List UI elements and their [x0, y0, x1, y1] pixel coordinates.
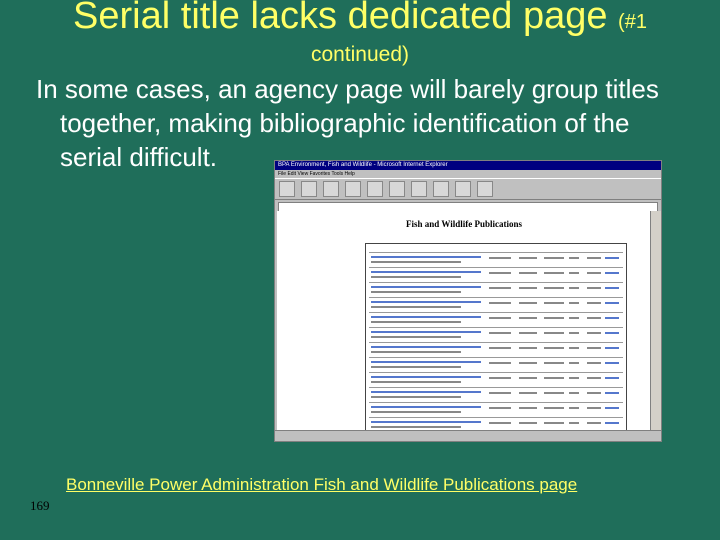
bpa-publications-link[interactable]: Bonneville Power Administration Fish and… — [66, 475, 577, 495]
home-icon — [367, 181, 383, 197]
browser-toolbar — [275, 178, 661, 200]
search-icon — [389, 181, 405, 197]
table-row — [369, 312, 623, 327]
table-row — [369, 417, 623, 431]
forward-icon — [301, 181, 317, 197]
back-icon — [279, 181, 295, 197]
table-row — [369, 387, 623, 402]
body-text: In some cases, an agency page will barel… — [36, 72, 716, 174]
slide-title: Serial title lacks dedicated page (#1 co… — [0, 0, 720, 68]
table-row — [369, 267, 623, 282]
table-row — [369, 252, 623, 267]
table-row — [369, 357, 623, 372]
table-row — [369, 282, 623, 297]
table-row — [369, 402, 623, 417]
browser-titlebar: BPA Environment, Fish and Wildlife - Mic… — [275, 161, 661, 170]
title-main-text: Serial title lacks dedicated page — [73, 0, 608, 37]
history-icon — [433, 181, 449, 197]
browser-menubar: File Edit View Favorites Tools Help — [278, 171, 355, 177]
stop-icon — [323, 181, 339, 197]
refresh-icon — [345, 181, 361, 197]
table-row — [369, 372, 623, 387]
slide-number: 169 — [30, 498, 50, 513]
mail-icon — [455, 181, 471, 197]
title-continued: continued) — [310, 43, 410, 66]
browser-page-heading: Fish and Wildlife Publications — [406, 219, 522, 229]
table-row — [369, 327, 623, 342]
browser-scrollbar[interactable] — [650, 211, 661, 431]
favorites-icon — [411, 181, 427, 197]
browser-statusbar — [275, 430, 661, 441]
body-line-2: together, making bibliographic identific… — [60, 108, 630, 138]
table-row — [369, 297, 623, 312]
publications-table — [365, 243, 627, 431]
title-number: (#1 — [618, 11, 647, 33]
print-icon — [477, 181, 493, 197]
body-line-1: In some cases, an agency page will barel… — [36, 74, 659, 104]
table-row — [369, 342, 623, 357]
embedded-browser-screenshot: BPA Environment, Fish and Wildlife - Mic… — [274, 160, 662, 442]
browser-content: Fish and Wildlife Publications — [277, 211, 651, 431]
